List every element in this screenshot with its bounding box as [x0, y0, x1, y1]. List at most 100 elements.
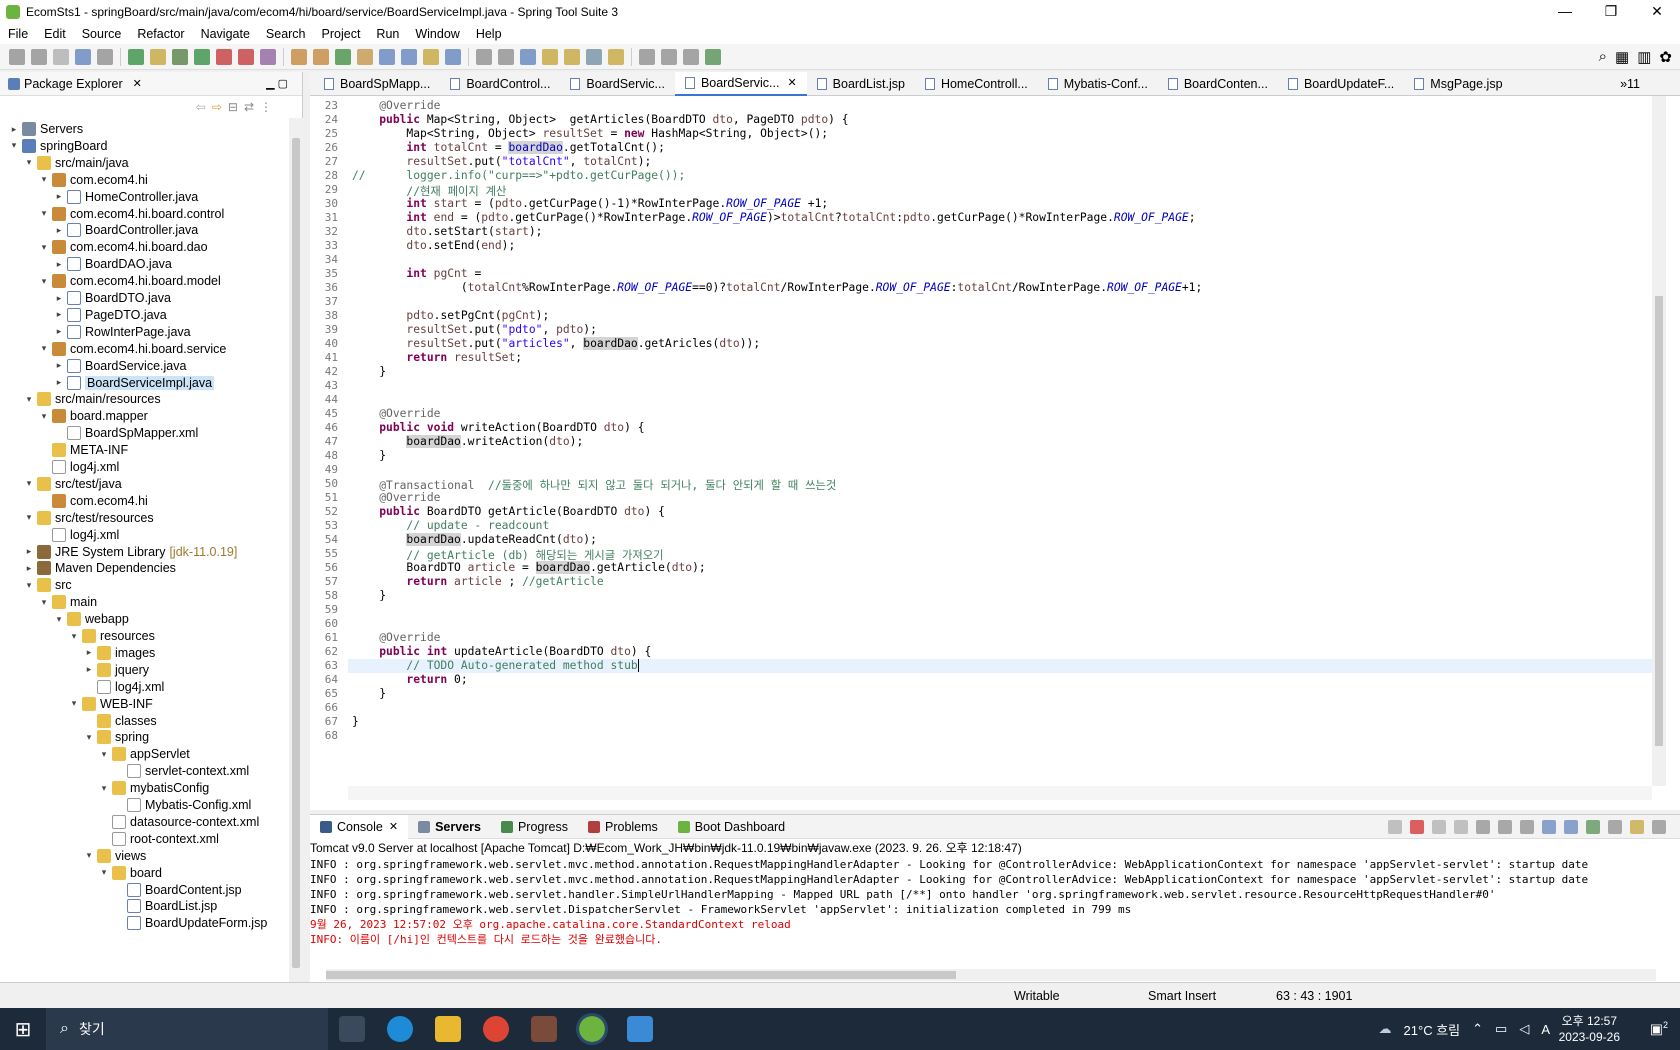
editor-tab[interactable]: BoardServic... ✕	[674, 71, 807, 96]
editor-vertical-scrollbar[interactable]	[1652, 96, 1666, 786]
tree-item[interactable]: log4j.xml	[83, 678, 164, 696]
stop-icon[interactable]	[216, 48, 232, 65]
tree-item[interactable]: log4j.xml	[38, 526, 119, 544]
show-on-stdout-icon[interactable]	[1542, 819, 1556, 834]
code-line[interactable]: Map<String, Object> resultSet = new Hash…	[352, 127, 828, 140]
browser-icon[interactable]	[542, 48, 558, 65]
open-folder-icon[interactable]	[357, 48, 373, 65]
editor-tab[interactable]: BoardServic...	[560, 72, 675, 96]
tree-item[interactable]: ▾ com.ecom4.hi.board.model	[38, 272, 221, 290]
tree-item[interactable]: ▸ BoardServiceImpl.java	[53, 374, 215, 392]
expanded-arrow-icon[interactable]: ▾	[38, 597, 50, 608]
tree-item[interactable]: BoardContent.jsp	[113, 881, 242, 899]
console-settings-icon[interactable]	[1652, 819, 1666, 834]
external-tools-icon[interactable]	[260, 48, 276, 65]
tree-item[interactable]: servlet-context.xml	[113, 762, 249, 780]
code-line[interactable]: public int updateArticle(BoardDTO dto) {	[352, 645, 651, 658]
code-line[interactable]: }	[352, 715, 359, 728]
menu-window[interactable]: Window	[407, 27, 467, 41]
collapsed-arrow-icon[interactable]: ▸	[8, 124, 20, 135]
collapsed-arrow-icon[interactable]: ▸	[83, 664, 95, 675]
tree-item[interactable]: ▾ board.mapper	[38, 407, 148, 425]
volume-icon[interactable]: ◁	[1519, 1021, 1529, 1037]
new-console-icon[interactable]	[1630, 819, 1644, 834]
code-line[interactable]: }	[352, 365, 386, 378]
last-edit-icon[interactable]	[608, 48, 624, 65]
show-source-icon[interactable]	[520, 48, 536, 65]
tree-item[interactable]: BoardUpdateForm.jsp	[113, 914, 267, 932]
tree-item[interactable]: datasource-context.xml	[98, 813, 259, 831]
collapsed-arrow-icon[interactable]: ▸	[53, 377, 65, 388]
code-line[interactable]: return article ; //getArticle	[352, 575, 603, 588]
collapsed-arrow-icon[interactable]: ▸	[53, 293, 65, 304]
terminate-icon[interactable]	[1410, 819, 1424, 834]
back-icon[interactable]	[639, 48, 655, 65]
spring-perspective-icon[interactable]: ✿	[1659, 48, 1672, 66]
code-line[interactable]: pdto.setPgCnt(pgCnt);	[352, 309, 549, 322]
collapsed-arrow-icon[interactable]: ▸	[53, 225, 65, 236]
expanded-arrow-icon[interactable]: ▾	[68, 698, 80, 709]
code-line[interactable]: resultSet.put("articles", boardDao.getAr…	[352, 337, 760, 350]
tree-item[interactable]: ▾ src/test/java	[23, 475, 122, 493]
tree-item[interactable]: ▾ com.ecom4.hi.board.dao	[38, 238, 208, 256]
previous-annotation-icon[interactable]	[586, 48, 602, 65]
tree-item[interactable]: ▸ HomeController.java	[53, 188, 198, 206]
tree-item[interactable]: ▾ com.ecom4.hi	[38, 171, 148, 189]
collapse-all-icon[interactable]: ⊟	[228, 100, 238, 114]
menu-edit[interactable]: Edit	[36, 27, 74, 41]
menu-project[interactable]: Project	[314, 27, 369, 41]
edge-browser-icon[interactable]	[387, 1016, 413, 1042]
tray-expand-icon[interactable]: ⌃	[1472, 1021, 1483, 1037]
code-line[interactable]: dto.setEnd(end);	[352, 239, 515, 252]
editor-tab[interactable]: BoardList.jsp	[807, 72, 915, 96]
file-explorer-icon[interactable]	[435, 1016, 461, 1042]
tree-item[interactable]: ▸ BoardDTO.java	[53, 289, 171, 307]
collapsed-arrow-icon[interactable]: ▸	[23, 563, 35, 574]
show-on-stderr-icon[interactable]	[1564, 819, 1578, 834]
console-view-tab[interactable]: Problems	[578, 820, 668, 834]
tree-item[interactable]: ▸ BoardService.java	[53, 357, 186, 375]
code-line[interactable]: resultSet.put("pdto", pdto);	[352, 323, 596, 336]
menu-run[interactable]: Run	[368, 27, 407, 41]
menu-navigate[interactable]: Navigate	[193, 27, 258, 41]
editor-tab[interactable]: BoardUpdateF...	[1278, 72, 1404, 96]
debug-icon[interactable]	[128, 48, 144, 65]
expanded-arrow-icon[interactable]: ▾	[98, 783, 110, 794]
code-line[interactable]: int totalCnt = boardDao.getTotalCnt();	[352, 141, 665, 154]
menu-source[interactable]: Source	[74, 27, 130, 41]
tree-item[interactable]: ▸ RowInterPage.java	[53, 323, 191, 341]
code-line[interactable]: int pgCnt =	[352, 267, 481, 280]
taskbar-search-box[interactable]: ⌕ 찾기	[46, 1008, 328, 1050]
run-icon[interactable]	[194, 48, 210, 65]
pin-console-icon[interactable]	[1388, 819, 1402, 834]
link-editor-icon[interactable]: ⇄	[244, 100, 254, 114]
maximize-button[interactable]: ❐	[1588, 0, 1634, 24]
tree-item[interactable]: ▾ resources	[68, 627, 155, 645]
code-line[interactable]: @Override	[352, 491, 440, 504]
code-line[interactable]: @Override	[352, 407, 440, 420]
tree-item[interactable]: com.ecom4.hi	[38, 492, 148, 510]
toggle-mark-icon[interactable]	[423, 48, 439, 65]
close-tab-icon[interactable]: ✕	[787, 71, 796, 95]
expanded-arrow-icon[interactable]: ▾	[98, 867, 110, 878]
collapsed-arrow-icon[interactable]: ▸	[53, 259, 65, 270]
menu-search[interactable]: Search	[258, 27, 314, 41]
search-icon[interactable]: ⌕	[1599, 48, 1607, 66]
collapsed-arrow-icon[interactable]: ▸	[23, 546, 35, 557]
windows-start-icon[interactable]: ⊞	[0, 1017, 46, 1042]
editor-tab[interactable]: BoardSpMapp...	[314, 72, 440, 96]
tree-item[interactable]: ▸ BoardDAO.java	[53, 255, 172, 273]
code-line[interactable]: boardDao.writeAction(dto);	[352, 435, 583, 448]
collapsed-arrow-icon[interactable]: ▸	[53, 191, 65, 202]
toggle-highlight-icon[interactable]	[445, 48, 461, 65]
java-ee-perspective-icon[interactable]: ▥	[1637, 48, 1651, 66]
expanded-arrow-icon[interactable]: ▾	[38, 343, 50, 354]
close-tab-icon[interactable]: ✕	[389, 820, 398, 833]
expanded-arrow-icon[interactable]: ▾	[83, 732, 95, 743]
expanded-arrow-icon[interactable]: ▾	[38, 242, 50, 253]
remove-all-icon[interactable]	[1454, 819, 1468, 834]
collapsed-arrow-icon[interactable]: ▸	[53, 326, 65, 337]
tree-item[interactable]: ▾ views	[83, 847, 146, 865]
block-select-icon[interactable]	[476, 48, 492, 65]
collapsed-arrow-icon[interactable]: ▸	[83, 647, 95, 658]
